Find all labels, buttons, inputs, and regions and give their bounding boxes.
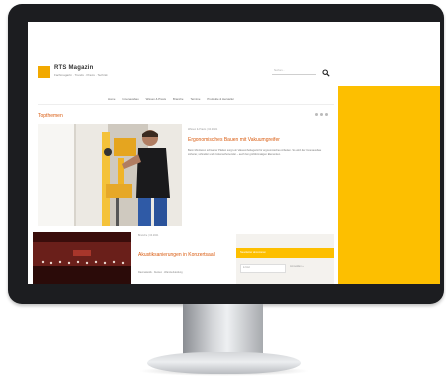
promo-panel[interactable] [338, 86, 440, 284]
brand-tagline: Fachmagazin · Trends · Praxis · Technik [54, 73, 108, 77]
main-nav: Home Innenausbau Wissen & Praxis Branche… [108, 97, 234, 101]
newsletter-label: Newsletter abonnieren [240, 251, 266, 254]
monitor-stand-neck [183, 304, 263, 356]
section-title: Topthemen [38, 113, 63, 119]
concert-illustration [33, 232, 131, 284]
nav-item-termine[interactable]: Termine [190, 97, 200, 101]
monitor-stand-base [147, 352, 301, 374]
newsletter-widget: Newsletter abonnieren E-Mail Anmelden » [236, 234, 334, 284]
nav-item-produkte[interactable]: Produkte & Hersteller [207, 97, 234, 101]
newsletter-placeholder: E-Mail [243, 266, 250, 269]
nav-item-innenausbau[interactable]: Innenausbau [122, 97, 138, 101]
card-meta: Branche | 04.2021 [138, 234, 159, 237]
hero-title-link[interactable]: Ergonomisches Bauen mit Vakuumgreifer [188, 137, 280, 143]
nav-divider [38, 104, 334, 105]
brand-name[interactable]: RTS Magazin [54, 65, 94, 71]
hero-image[interactable] [38, 124, 182, 226]
search-icon[interactable] [322, 69, 330, 77]
concert-hall-image[interactable] [33, 232, 131, 284]
worker-illustration [38, 124, 182, 226]
newsletter-email-input[interactable]: E-Mail [240, 264, 286, 273]
monitor-screen: RTS Magazin Fachmagazin · Trends · Praxi… [28, 22, 440, 284]
search-input[interactable]: Suchen... [274, 69, 285, 72]
card-teaser: Raumakustik · Decken · Wandverkleidung [138, 271, 183, 274]
nav-item-branche[interactable]: Branche [173, 97, 183, 101]
slider-dot[interactable] [320, 113, 323, 116]
slider-dot[interactable] [315, 113, 318, 116]
card-title-link[interactable]: Akustiksanierungen in Konzertsaal [138, 252, 220, 259]
nav-item-wissen[interactable]: Wissen & Praxis [146, 97, 166, 101]
monitor-bezel: RTS Magazin Fachmagazin · Trends · Praxi… [8, 4, 444, 304]
slider-dot[interactable] [325, 113, 328, 116]
nav-item-home[interactable]: Home [108, 97, 115, 101]
search-underline [272, 74, 316, 75]
brand-logo[interactable] [38, 66, 50, 78]
hero-teaser: Beim Montieren schwerer Platten sorgt ei… [188, 149, 322, 157]
newsletter-bar: Newsletter abonnieren [236, 248, 334, 258]
hero-meta: Wissen & Praxis | 04.2021 [188, 128, 218, 131]
slider-dots [315, 113, 328, 116]
newsletter-submit-link[interactable]: Anmelden » [290, 265, 304, 268]
